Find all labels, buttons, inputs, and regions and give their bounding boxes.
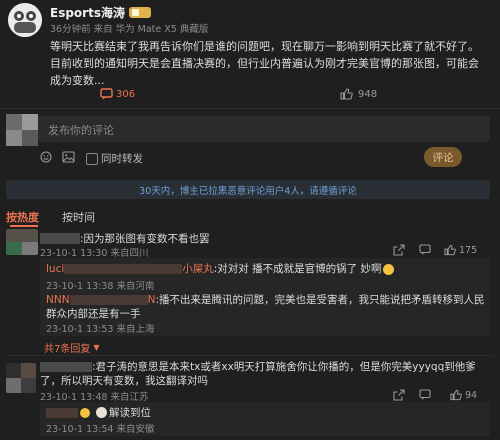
- submit-comment-button[interactable]: 评论: [424, 147, 462, 167]
- post-comment-button[interactable]: 306: [100, 88, 135, 100]
- comment-avatar[interactable]: [6, 363, 36, 393]
- reply-meta: 23-10-1 13:54 来自安徽: [46, 424, 155, 435]
- comment-share-button[interactable]: [393, 244, 405, 259]
- comment-text: :因为那张图有变数不看也罢: [80, 233, 210, 245]
- cat-emoji-icon: [96, 407, 107, 418]
- sort-tab-hot-label: 按热度: [6, 211, 39, 224]
- thumb-up-icon: [444, 244, 456, 256]
- post-like-count: 948: [358, 88, 378, 100]
- reply-username-blurred: [64, 264, 183, 274]
- share-icon: [393, 244, 405, 256]
- checkbox-icon: [86, 152, 98, 165]
- comment-like-button[interactable]: 94: [450, 389, 477, 401]
- image-upload-button[interactable]: [62, 151, 75, 166]
- comment-avatar[interactable]: [6, 229, 38, 255]
- comment-username-blurred[interactable]: [40, 362, 92, 372]
- emoji-button[interactable]: [40, 151, 52, 166]
- reply-meta: 23-10-1 13:38 来自河南: [46, 281, 155, 292]
- author-name[interactable]: Esports海涛: [50, 4, 125, 21]
- post-meta: 36分钟前 来自 华为 Mate X5 典藏版: [50, 24, 209, 35]
- author-avatar[interactable]: [8, 3, 42, 37]
- comment-like-count: 94: [465, 389, 478, 401]
- comment-meta: 23-10-1 13:48 来自江苏: [40, 392, 149, 403]
- laugh-emoji-icon: [383, 263, 395, 275]
- post-like-button[interactable]: 948: [340, 88, 377, 100]
- comment-text: :君子涛的意思是本来tx或者xx明天打算施舍你让你播的，但是你完美yyyqq到他…: [40, 361, 476, 387]
- more-replies-label: 共7条回复: [44, 344, 91, 355]
- reply-username-blurred: [69, 295, 148, 305]
- comment-input-placeholder: 发布你的评论: [48, 124, 114, 137]
- reply-text: :对对对 播不成就是官博的锅了 妙啊: [213, 263, 382, 275]
- reply-username[interactable]: NNN: [46, 294, 70, 306]
- reply-icon: [419, 389, 431, 400]
- blocked-users-notice: 30天内，博主已拉黑恶意评论用户4人，请遵循评论: [6, 180, 490, 199]
- sort-tab-time[interactable]: 按时间: [62, 209, 95, 225]
- reply-item: luci 小屎丸:对对对 播不成就是官博的锅了 妙啊: [46, 262, 486, 276]
- comment-like-count: 175: [459, 244, 478, 256]
- share-icon: [393, 389, 405, 401]
- comment-meta: 23-10-1 13:30 来自四川: [40, 248, 149, 259]
- comment-input[interactable]: 发布你的评论: [38, 116, 490, 142]
- vip-badge-icon: [128, 7, 151, 18]
- comment-icon: [100, 88, 113, 100]
- thumb-up-icon: [340, 88, 353, 100]
- forward-checkbox[interactable]: 同时转发: [86, 151, 143, 166]
- submit-comment-label: 评论: [432, 151, 454, 164]
- notice-text: 30天内，博主已拉黑恶意评论用户4人，请遵循评论: [139, 185, 357, 197]
- image-icon: [62, 151, 75, 163]
- sort-tab-time-label: 按时间: [62, 211, 95, 224]
- author-avatar-icon: [8, 3, 42, 37]
- reply-username[interactable]: luci: [46, 263, 64, 275]
- chevron-down-icon: ▼: [93, 343, 100, 352]
- my-avatar: [6, 114, 38, 146]
- thumb-up-icon: [450, 389, 462, 401]
- forward-label: 同时转发: [101, 153, 143, 165]
- emoji-icon: [40, 151, 52, 163]
- sort-tab-hot-underline: [10, 225, 38, 227]
- emoji-icon: [80, 407, 90, 418]
- comment-like-button[interactable]: 175: [444, 244, 477, 256]
- sort-tab-hot[interactable]: 按热度: [6, 209, 39, 225]
- reply-item: NNN N:播不出来是腾讯的问题，完美也是受害者，我只能说把矛盾转移到人民群众内部…: [46, 293, 486, 321]
- reply-meta: 23-10-1 13:53 来自上海: [46, 324, 155, 335]
- post-text: 等明天比赛结束了我再告诉你们是谁的问题吧，现在聊万一影响到明天比赛了就不好了。目…: [50, 40, 479, 87]
- comment-reply-button[interactable]: [419, 244, 431, 259]
- more-replies-link[interactable]: 共7条回复 ▼: [44, 340, 100, 355]
- reply-text: 解读到位: [109, 407, 151, 419]
- comment-username-blurred[interactable]: [40, 233, 80, 244]
- post-comment-count: 306: [116, 88, 136, 100]
- reply-icon: [419, 244, 431, 255]
- reply-username-blurred[interactable]: [46, 407, 78, 418]
- reply-item: 解读到位: [46, 405, 151, 420]
- reply-username-suffix[interactable]: 小屎丸: [182, 263, 214, 275]
